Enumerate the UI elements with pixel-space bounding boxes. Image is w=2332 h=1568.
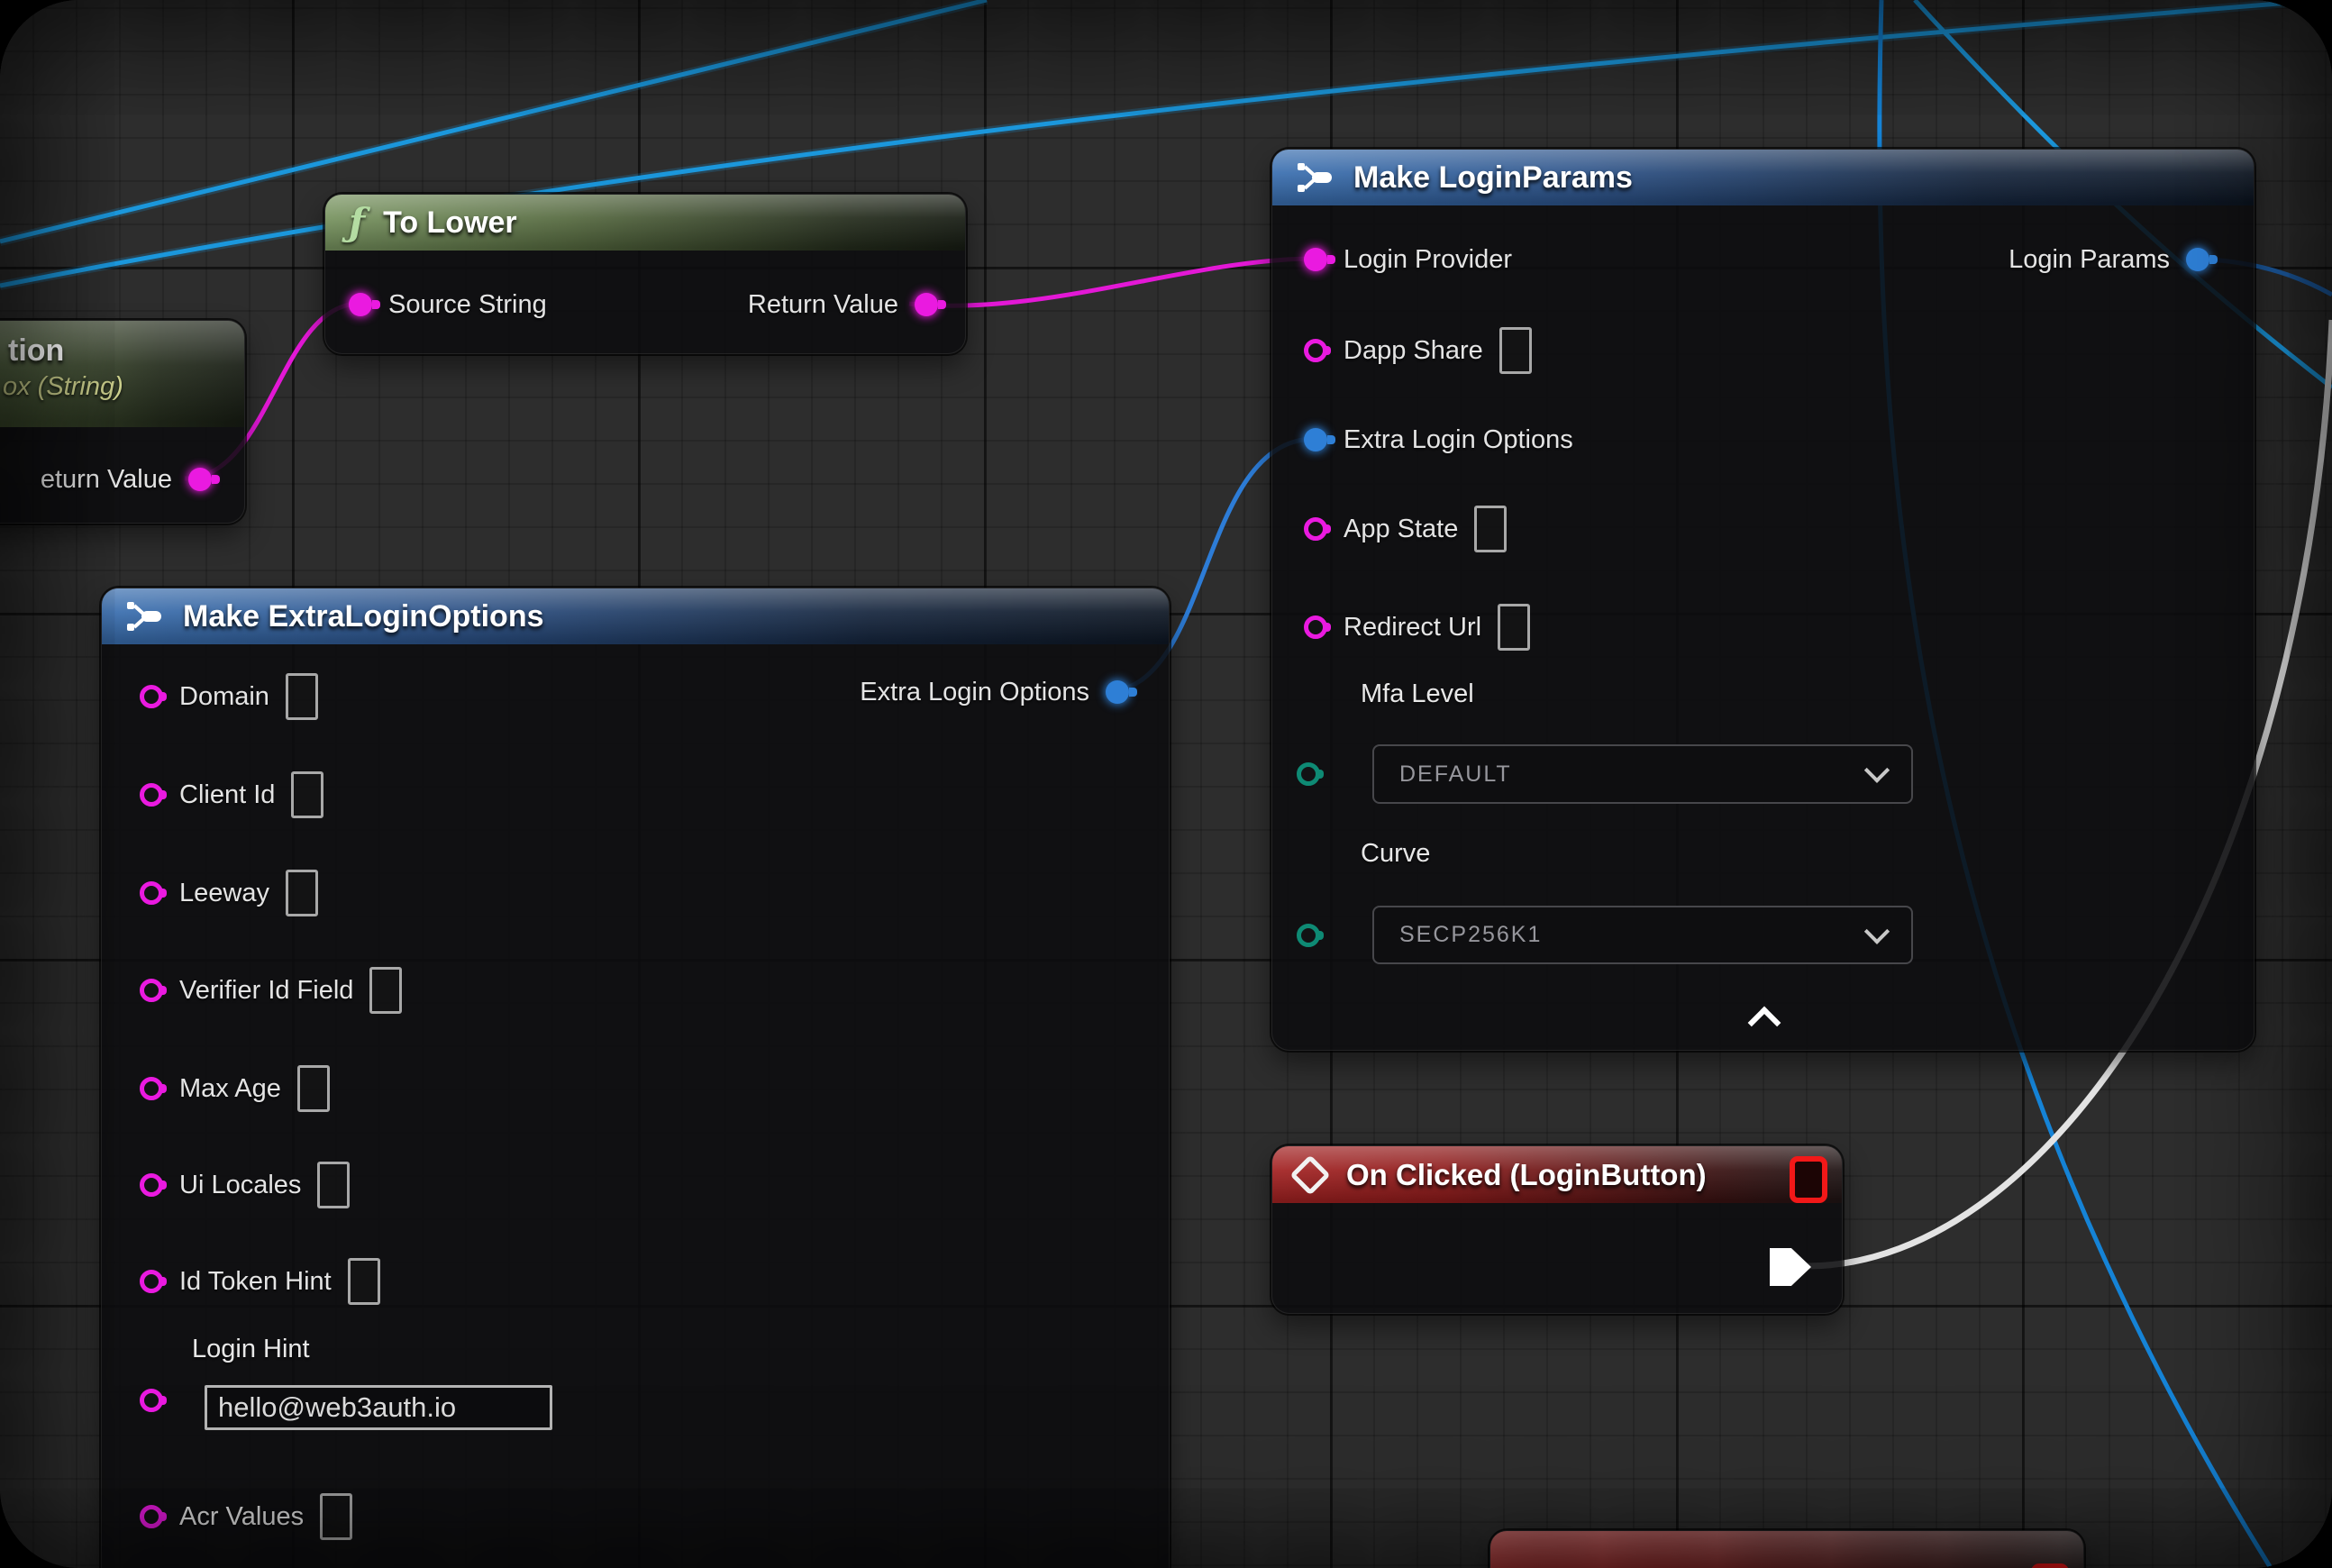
- make-extra-header[interactable]: Make ExtraLoginOptions: [102, 588, 1169, 644]
- client-id-label: Client Id: [179, 780, 275, 810]
- curve-dropdown[interactable]: SECP256K1: [1372, 906, 1913, 964]
- redirect-url-value-box[interactable]: [1498, 604, 1530, 651]
- login-hint-label: Login Hint: [192, 1335, 310, 1364]
- login-params-out-pin[interactable]: [2186, 248, 2209, 271]
- verifier-id-field-label: Verifier Id Field: [179, 976, 353, 1006]
- return-value-label: eturn Value: [41, 465, 172, 495]
- event-icon: [1289, 1154, 1330, 1195]
- make-extra-title: Make ExtraLoginOptions: [183, 599, 544, 634]
- id-token-hint-value-box[interactable]: [348, 1258, 380, 1305]
- ui-locales-label: Ui Locales: [179, 1171, 301, 1200]
- mfa-level-value: DEFAULT: [1399, 761, 1512, 788]
- wire-string-tolower[interactable]: [909, 259, 1315, 305]
- source-string-pin[interactable]: [349, 293, 372, 316]
- domain-value-box[interactable]: [286, 673, 318, 720]
- node-make-extra-login-options[interactable]: Make ExtraLoginOptions Extra Login Optio…: [101, 588, 1170, 1568]
- login-params-out-label: Login Params: [2009, 245, 2170, 275]
- max-age-label: Max Age: [179, 1074, 281, 1104]
- curve-value: SECP256K1: [1399, 922, 1542, 948]
- domain-pin[interactable]: [140, 685, 163, 708]
- login-hint-pin[interactable]: [140, 1389, 163, 1412]
- on-clicked-login-header[interactable]: On Clicked (LoginButton): [1272, 1146, 1842, 1203]
- dapp-share-value-box[interactable]: [1499, 327, 1532, 374]
- acr-values-label: Acr Values: [179, 1502, 304, 1532]
- client-id-pin[interactable]: [140, 783, 163, 807]
- mfa-level-label: Mfa Level: [1361, 679, 1474, 709]
- verifier-id-field-pin[interactable]: [140, 979, 163, 1002]
- node-partial-subtitle: ox (String): [0, 369, 244, 402]
- ui-locales-pin[interactable]: [140, 1173, 163, 1197]
- node-on-clicked-login-button[interactable]: On Clicked (LoginButton): [1271, 1145, 1843, 1314]
- function-icon: ƒ: [349, 204, 365, 242]
- login-provider-label: Login Provider: [1344, 245, 1512, 275]
- to-lower-return-pin[interactable]: [915, 293, 938, 316]
- id-token-hint-label: Id Token Hint: [179, 1267, 332, 1297]
- chevron-down-icon: [1864, 758, 1890, 783]
- extra-login-options-out-pin[interactable]: [1106, 680, 1129, 704]
- make-login-params-title: Make LoginParams: [1353, 160, 1633, 196]
- domain-label: Domain: [179, 682, 269, 712]
- event-binding-icon[interactable]: [2031, 1563, 2069, 1568]
- login-provider-pin[interactable]: [1304, 248, 1327, 271]
- redirect-url-pin[interactable]: [1304, 615, 1327, 639]
- on-clicked-login-title: On Clicked (LoginButton): [1346, 1158, 1707, 1192]
- max-age-value-box[interactable]: [297, 1065, 330, 1112]
- id-token-hint-pin[interactable]: [140, 1270, 163, 1293]
- return-value-pin[interactable]: [188, 468, 212, 491]
- redirect-url-label: Redirect Url: [1344, 613, 1481, 643]
- node-make-login-params[interactable]: Make LoginParams Login Provider Login Pa…: [1271, 149, 2255, 1051]
- extra-login-options-in-pin[interactable]: [1304, 428, 1327, 451]
- node-on-clicked-logout-button[interactable]: On Clicked (LogoutButton): [1489, 1530, 2084, 1568]
- node-partial-string-source[interactable]: tion ox (String) eturn Value: [0, 320, 245, 524]
- extra-login-options-in-label: Extra Login Options: [1344, 425, 1573, 455]
- dapp-share-pin[interactable]: [1304, 339, 1327, 362]
- login-hint-input[interactable]: [205, 1385, 552, 1430]
- dapp-share-label: Dapp Share: [1344, 336, 1483, 366]
- make-login-params-header[interactable]: Make LoginParams: [1272, 150, 2254, 205]
- acr-values-pin[interactable]: [140, 1505, 163, 1528]
- to-lower-header[interactable]: ƒ To Lower: [325, 195, 965, 251]
- node-partial-header[interactable]: tion ox (String): [0, 321, 244, 427]
- app-state-label: App State: [1344, 515, 1458, 544]
- acr-values-value-box[interactable]: [320, 1493, 352, 1540]
- leeway-pin[interactable]: [140, 881, 163, 905]
- to-lower-title: To Lower: [383, 205, 517, 241]
- curve-pin[interactable]: [1297, 924, 1320, 947]
- curve-label: Curve: [1361, 839, 1430, 869]
- node-partial-title: tion: [0, 321, 244, 369]
- app-state-pin[interactable]: [1304, 517, 1327, 541]
- event-binding-icon[interactable]: [1790, 1156, 1827, 1203]
- mfa-level-dropdown[interactable]: DEFAULT: [1372, 744, 1913, 804]
- app-state-value-box[interactable]: [1474, 506, 1507, 552]
- chevron-down-icon: [1864, 918, 1890, 944]
- blueprint-canvas[interactable]: tion ox (String) eturn Value ƒ To Lower …: [0, 0, 2332, 1568]
- extra-login-options-out-label: Extra Login Options: [860, 678, 1089, 707]
- client-id-value-box[interactable]: [291, 771, 323, 818]
- source-string-label: Source String: [388, 290, 547, 320]
- ui-locales-value-box[interactable]: [317, 1162, 350, 1208]
- verifier-id-field-value-box[interactable]: [369, 967, 402, 1014]
- leeway-label: Leeway: [179, 879, 269, 908]
- to-lower-return-label: Return Value: [748, 290, 898, 320]
- mfa-level-pin[interactable]: [1297, 762, 1320, 786]
- max-age-pin[interactable]: [140, 1077, 163, 1100]
- make-struct-icon: [1296, 160, 1335, 196]
- collapse-node-button[interactable]: [1748, 1007, 1781, 1040]
- on-clicked-logout-header[interactable]: On Clicked (LogoutButton): [1490, 1531, 2083, 1568]
- node-to-lower[interactable]: ƒ To Lower Source String Return Value: [324, 194, 966, 354]
- make-struct-icon: [125, 598, 165, 634]
- exec-out-pin[interactable]: [1770, 1248, 1811, 1286]
- leeway-value-box[interactable]: [286, 870, 318, 916]
